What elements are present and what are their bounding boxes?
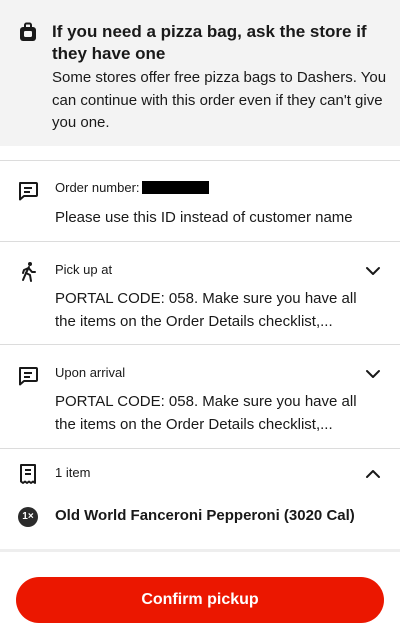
- divider: [0, 448, 400, 449]
- banner-title: If you need a pizza bag, ask the store i…: [52, 22, 367, 63]
- message-icon: [19, 367, 38, 386]
- quantity-badge: 1×: [18, 507, 38, 527]
- divider: [0, 549, 400, 552]
- order-number-note: Please use this ID instead of customer n…: [55, 209, 353, 226]
- pickup-label: Pick up at: [55, 262, 113, 277]
- divider: [0, 241, 400, 242]
- pizza-bag-icon: [20, 22, 36, 41]
- receipt-icon: [20, 464, 36, 484]
- arrival-text: PORTAL CODE: 058. Make sure you have all…: [55, 393, 357, 433]
- item-name: Old World Fanceroni Pepperoni (3020 Cal): [55, 507, 355, 524]
- chevron-down-icon[interactable]: [364, 365, 382, 383]
- order-number-label-text: Order number:: [55, 180, 140, 195]
- pickup-text: PORTAL CODE: 058. Make sure you have all…: [55, 290, 357, 330]
- confirm-pickup-button[interactable]: Confirm pickup: [16, 577, 384, 623]
- divider: [0, 344, 400, 345]
- order-number-label: Order number:: [55, 180, 209, 196]
- pizza-bag-banner: If you need a pizza bag, ask the store i…: [0, 0, 400, 146]
- chevron-down-icon[interactable]: [364, 262, 382, 280]
- redacted-order-number: [141, 181, 209, 194]
- banner-body: Some stores offer free pizza bags to Das…: [52, 69, 387, 131]
- item-count-label: 1 item: [55, 465, 91, 480]
- message-icon: [19, 182, 38, 201]
- divider: [0, 160, 400, 161]
- chevron-up-icon[interactable]: [364, 465, 382, 483]
- pickup-screen: If you need a pizza bag, ask the store i…: [0, 0, 400, 636]
- arrival-label: Upon arrival: [55, 365, 126, 380]
- walking-person-icon: [22, 262, 36, 282]
